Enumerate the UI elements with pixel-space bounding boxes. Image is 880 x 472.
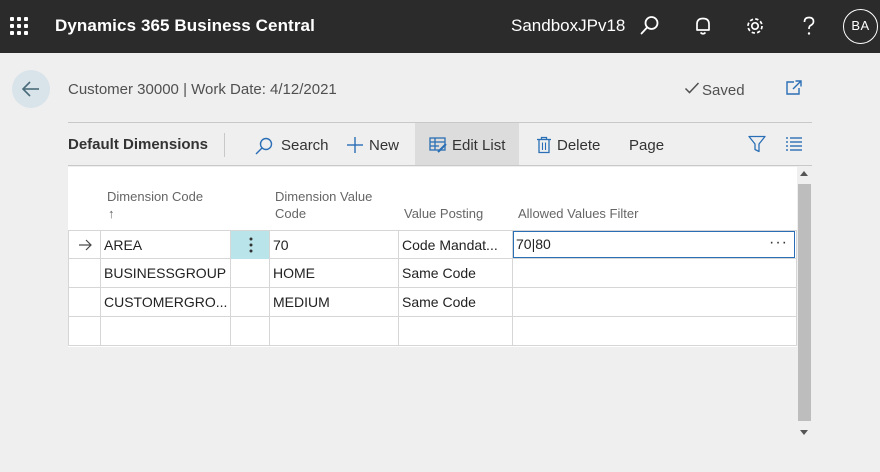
app-top-bar: Dynamics 365 Business Central SandboxJPv… bbox=[0, 0, 880, 53]
dimension-code-header-label: Dimension Code bbox=[107, 189, 204, 204]
environment-name: SandboxJPv18 bbox=[511, 16, 626, 35]
dimension-code-cell[interactable]: BUSINESSGROUP bbox=[100, 259, 230, 287]
search-button[interactable]: Search bbox=[254, 123, 330, 165]
table-row[interactable]: CUSTOMERGRO... MEDIUM Same Code bbox=[68, 288, 797, 317]
dimension-value-code-cell[interactable]: HOME bbox=[269, 259, 398, 287]
more-vertical-icon bbox=[249, 237, 252, 253]
row-selector[interactable] bbox=[68, 317, 101, 345]
open-new-window-icon[interactable] bbox=[785, 79, 803, 102]
allowed-values-filter-value: 70|80 bbox=[516, 236, 551, 252]
row-selector[interactable] bbox=[68, 259, 101, 287]
allowed-values-filter-cell[interactable] bbox=[512, 317, 797, 345]
filter-icon[interactable] bbox=[748, 135, 766, 158]
new-button[interactable]: New bbox=[346, 123, 406, 165]
back-arrow-icon bbox=[21, 81, 39, 97]
help-icon[interactable] bbox=[796, 13, 822, 39]
value-posting-cell[interactable]: Same Code bbox=[398, 259, 512, 287]
dimension-value-code-cell[interactable]: 70 bbox=[269, 231, 398, 259]
dimension-code-cell[interactable]: AREA bbox=[100, 231, 230, 259]
part-title: Default Dimensions bbox=[68, 136, 209, 153]
dimension-value-header-line2: Code bbox=[275, 206, 307, 221]
sort-ascending-icon: ↑ bbox=[108, 206, 115, 221]
allowed-values-filter-input[interactable]: 70|80 ··· bbox=[513, 231, 795, 258]
new-label: New bbox=[369, 137, 400, 154]
column-header-allowed-values-filter[interactable]: Allowed Values Filter bbox=[518, 205, 638, 222]
row-actions-menu[interactable] bbox=[230, 317, 270, 345]
app-launcher-icon[interactable] bbox=[10, 17, 28, 35]
dimension-value-code-cell[interactable]: MEDIUM bbox=[269, 288, 398, 316]
dimension-code-cell[interactable]: CUSTOMERGRO... bbox=[100, 288, 230, 316]
list-view-icon[interactable] bbox=[785, 136, 803, 157]
delete-button[interactable]: Delete bbox=[534, 123, 606, 165]
user-avatar[interactable]: BA bbox=[843, 9, 878, 44]
back-button[interactable] bbox=[12, 70, 50, 108]
dimension-code-cell[interactable] bbox=[100, 317, 230, 345]
saved-status: Saved bbox=[684, 81, 745, 99]
checkmark-icon bbox=[684, 81, 702, 99]
page-title: Customer 30000 | Work Date: 4/12/2021 bbox=[68, 81, 337, 98]
row-actions-menu[interactable] bbox=[230, 231, 270, 259]
dimension-value-header-line1: Dimension Value bbox=[275, 189, 373, 204]
column-header-dimension-code[interactable]: Dimension Code ↑ bbox=[107, 188, 203, 222]
row-actions-menu[interactable] bbox=[230, 259, 270, 287]
column-header-dimension-value-code[interactable]: Dimension Value Code bbox=[275, 188, 372, 222]
row-actions-menu[interactable] bbox=[230, 288, 270, 316]
more-options-icon[interactable]: ··· bbox=[769, 231, 788, 255]
saved-label: Saved bbox=[702, 82, 745, 99]
plus-icon bbox=[347, 137, 363, 153]
value-posting-cell[interactable]: Same Code bbox=[398, 288, 512, 316]
scroll-down-arrow-icon[interactable] bbox=[800, 430, 808, 435]
column-header-value-posting[interactable]: Value Posting bbox=[404, 205, 483, 222]
divider bbox=[224, 133, 225, 157]
app-title[interactable]: Dynamics 365 Business Central bbox=[55, 16, 315, 36]
action-bar: Default Dimensions Search New Edit List … bbox=[68, 122, 812, 166]
page-menu-button[interactable]: Page bbox=[629, 123, 669, 165]
table-row[interactable]: BUSINESSGROUP HOME Same Code bbox=[68, 259, 797, 288]
vertical-scrollbar[interactable] bbox=[797, 167, 812, 440]
allowed-values-filter-cell[interactable] bbox=[512, 259, 797, 287]
edit-list-button[interactable]: Edit List bbox=[415, 123, 519, 165]
value-posting-cell[interactable]: Code Mandat... bbox=[398, 231, 512, 259]
edit-list-icon bbox=[429, 137, 447, 153]
table-row-new[interactable] bbox=[68, 317, 797, 346]
current-row-arrow-icon bbox=[79, 239, 92, 251]
scrollbar-thumb[interactable] bbox=[798, 184, 811, 421]
search-icon bbox=[255, 137, 273, 155]
edit-list-label: Edit List bbox=[452, 137, 506, 154]
scroll-up-arrow-icon[interactable] bbox=[800, 171, 808, 176]
delete-label: Delete bbox=[557, 137, 601, 154]
allowed-values-filter-cell[interactable] bbox=[512, 288, 797, 316]
value-posting-cell[interactable] bbox=[398, 317, 512, 345]
settings-gear-icon[interactable] bbox=[742, 13, 768, 39]
dimension-value-code-cell[interactable] bbox=[269, 317, 398, 345]
page-label: Page bbox=[629, 137, 665, 154]
search-icon[interactable] bbox=[637, 13, 663, 39]
notification-bell-icon[interactable] bbox=[690, 13, 716, 39]
row-selector[interactable] bbox=[68, 288, 101, 316]
search-label: Search bbox=[281, 137, 329, 154]
trash-icon bbox=[537, 136, 551, 154]
dimensions-grid: Dimension Code ↑ Dimension Value Code Va… bbox=[68, 167, 797, 440]
row-selector[interactable] bbox=[68, 231, 101, 259]
